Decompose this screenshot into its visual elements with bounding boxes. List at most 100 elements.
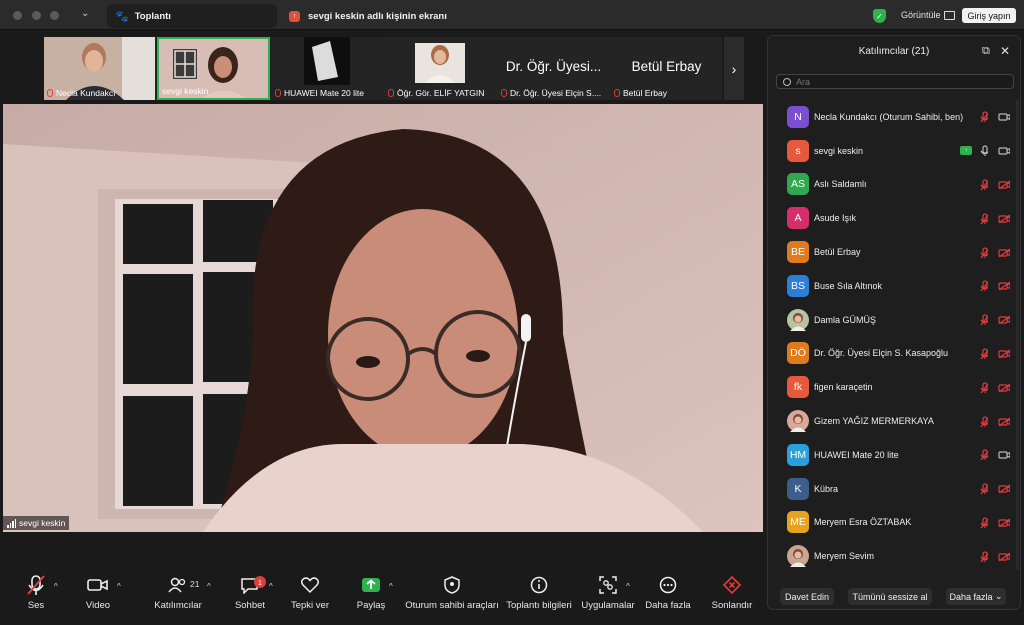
video-off-icon[interactable] xyxy=(998,281,1010,291)
avatar: N xyxy=(787,105,809,128)
share-button[interactable]: Paylaş xyxy=(354,570,388,620)
video-off-icon[interactable] xyxy=(998,417,1010,426)
chat-bubble-icon: 1 xyxy=(240,570,266,600)
view-button[interactable]: Görüntüle xyxy=(901,10,941,20)
muted-mic-icon[interactable] xyxy=(980,483,988,495)
muted-mic-icon[interactable] xyxy=(980,551,988,562)
participant-row[interactable]: AS Aslı Saldamlı xyxy=(768,168,1020,202)
close-icon[interactable]: ✕ xyxy=(1000,44,1010,58)
thumbnail-display-name: Dr. Öğr. Üyesi... xyxy=(505,59,602,74)
end-meeting-button[interactable]: Sonlandır xyxy=(710,570,754,620)
video-button[interactable]: Video xyxy=(80,570,116,620)
thumbnail-betul[interactable]: Betül Erbay Betül Erbay xyxy=(611,37,722,100)
minimize-window-button[interactable] xyxy=(32,11,41,20)
participant-name: Aslı Saldamlı xyxy=(814,179,867,190)
muted-mic-icon[interactable] xyxy=(980,517,988,528)
participant-search[interactable] xyxy=(776,74,1014,89)
security-shield-icon[interactable]: ✓ xyxy=(873,9,886,23)
video-off-icon[interactable] xyxy=(998,518,1010,527)
mic-icon[interactable] xyxy=(980,145,988,157)
thumbnail-sevgi[interactable]: sevgi keskin xyxy=(157,37,270,100)
reactions-button[interactable]: Tepki ver xyxy=(288,570,332,620)
thumbnail-elif[interactable]: Öğr. Gör. ELİF YATGIN xyxy=(385,37,496,100)
thumbnail-huawei[interactable]: HUAWEI Mate 20 lite xyxy=(272,37,383,100)
audio-button[interactable]: Ses xyxy=(18,570,54,620)
more-label: Daha fazla xyxy=(645,600,691,611)
more-button[interactable]: Daha fazla xyxy=(645,570,691,620)
participant-row[interactable]: K Kübra xyxy=(768,472,1020,506)
video-off-icon[interactable] xyxy=(998,248,1010,257)
host-tools-button[interactable]: Oturum sahibi araçları xyxy=(405,570,499,620)
meeting-info-button[interactable]: Toplantı bilgileri xyxy=(506,570,572,620)
video-off-icon[interactable] xyxy=(998,180,1010,189)
share-screen-icon xyxy=(361,570,381,600)
thumbnail-elcin[interactable]: Dr. Öğr. Üyesi... Dr. Öğr. Üyesi Elçin S… xyxy=(498,37,609,100)
participant-row[interactable]: A Asude Işık xyxy=(768,201,1020,235)
avatar: HM xyxy=(787,443,809,466)
video-options-caret[interactable]: ^ xyxy=(117,582,121,591)
tab-screen-share[interactable]: ↑ sevgi keskin adlı kişinin ekranı xyxy=(281,4,531,28)
muted-mic-icon[interactable] xyxy=(980,382,988,393)
panel-footer: Davet Edin Tümünü sessize al Daha fazla … xyxy=(768,584,1020,609)
popout-icon[interactable]: ⧉ xyxy=(982,45,990,58)
participant-row[interactable]: BS Buse Sıla Altınok xyxy=(768,269,1020,303)
tab-share-label: sevgi keskin adlı kişinin ekranı xyxy=(308,10,447,22)
grid-view-icon[interactable] xyxy=(944,11,955,20)
avatar xyxy=(787,545,809,568)
participant-row[interactable]: N Necla Kundakcı (Oturum Sahibi, ben) xyxy=(768,100,1020,134)
chat-button[interactable]: 1 Sohbet xyxy=(232,570,268,620)
participant-row[interactable]: Gizem YAĞIZ MERMERKAYA xyxy=(768,404,1020,438)
close-window-button[interactable] xyxy=(13,11,22,20)
participant-list-scrollbar[interactable] xyxy=(1016,100,1019,570)
muted-mic-icon[interactable] xyxy=(980,314,988,326)
muted-mic-icon[interactable] xyxy=(980,449,988,461)
mute-all-button[interactable]: Tümünü sessize al xyxy=(848,588,932,605)
avatar: s xyxy=(787,139,809,162)
main-video[interactable] xyxy=(3,104,763,532)
participants-button[interactable]: 21 Katılımcılar xyxy=(150,570,206,620)
participant-row[interactable]: BE Betül Erbay xyxy=(768,235,1020,269)
video-camera-icon[interactable] xyxy=(998,450,1010,459)
participant-row[interactable]: Meryem Sevim xyxy=(768,539,1020,573)
zoom-window-button[interactable] xyxy=(50,11,59,20)
apps-options-caret[interactable]: ^ xyxy=(626,582,630,591)
video-off-icon[interactable] xyxy=(998,484,1010,494)
muted-mic-icon[interactable] xyxy=(980,246,988,258)
next-page-button[interactable]: › xyxy=(724,37,744,100)
audio-options-caret[interactable]: ^ xyxy=(54,582,58,591)
apps-button[interactable]: Uygulamalar xyxy=(581,570,635,620)
thumbnail-necla[interactable]: Necla Kundakcı xyxy=(44,37,155,100)
participants-options-caret[interactable]: ^ xyxy=(207,582,211,591)
signin-button[interactable]: Giriş yapın xyxy=(962,8,1016,23)
participant-row[interactable]: Damla GÜMÜŞ xyxy=(768,303,1020,337)
avatar: BE xyxy=(787,241,809,264)
video-camera-icon[interactable] xyxy=(998,112,1010,121)
muted-mic-icon[interactable] xyxy=(980,348,988,359)
invite-button[interactable]: Davet Edin xyxy=(780,588,834,605)
video-off-icon[interactable] xyxy=(998,315,1010,325)
muted-mic-icon[interactable] xyxy=(980,179,988,190)
share-options-caret[interactable]: ^ xyxy=(389,582,393,591)
video-off-icon[interactable] xyxy=(998,214,1010,223)
muted-mic-icon[interactable] xyxy=(980,415,988,427)
participant-name: Asude Işık xyxy=(814,213,857,224)
participant-name: Damla GÜMÜŞ xyxy=(814,314,877,325)
participant-row[interactable]: s sevgi keskin ↑ xyxy=(768,134,1020,168)
video-off-icon[interactable] xyxy=(998,349,1010,358)
video-off-icon[interactable] xyxy=(998,552,1010,561)
chevron-down-icon[interactable]: ⌄ xyxy=(81,8,89,19)
muted-mic-icon[interactable] xyxy=(980,111,988,123)
tab-meeting[interactable]: 🐾 Toplantı xyxy=(107,4,277,28)
muted-mic-icon[interactable] xyxy=(980,213,988,224)
chat-options-caret[interactable]: ^ xyxy=(269,582,273,591)
panel-more-button[interactable]: Daha fazla ⌄ xyxy=(946,588,1006,605)
video-off-icon[interactable] xyxy=(998,383,1010,392)
participant-row[interactable]: HM HUAWEI Mate 20 lite xyxy=(768,438,1020,472)
muted-mic-icon[interactable] xyxy=(980,280,988,292)
end-label: Sonlandır xyxy=(711,600,753,611)
participant-row[interactable]: ME Meryem Esra ÖZTABAK xyxy=(768,506,1020,540)
search-input[interactable] xyxy=(796,76,996,87)
video-camera-icon[interactable] xyxy=(998,146,1010,155)
participant-row[interactable]: fk figen karaçetin xyxy=(768,370,1020,404)
participant-row[interactable]: DÖ Dr. Öğr. Üyesi Elçin S. Kasapoğlu xyxy=(768,337,1020,371)
